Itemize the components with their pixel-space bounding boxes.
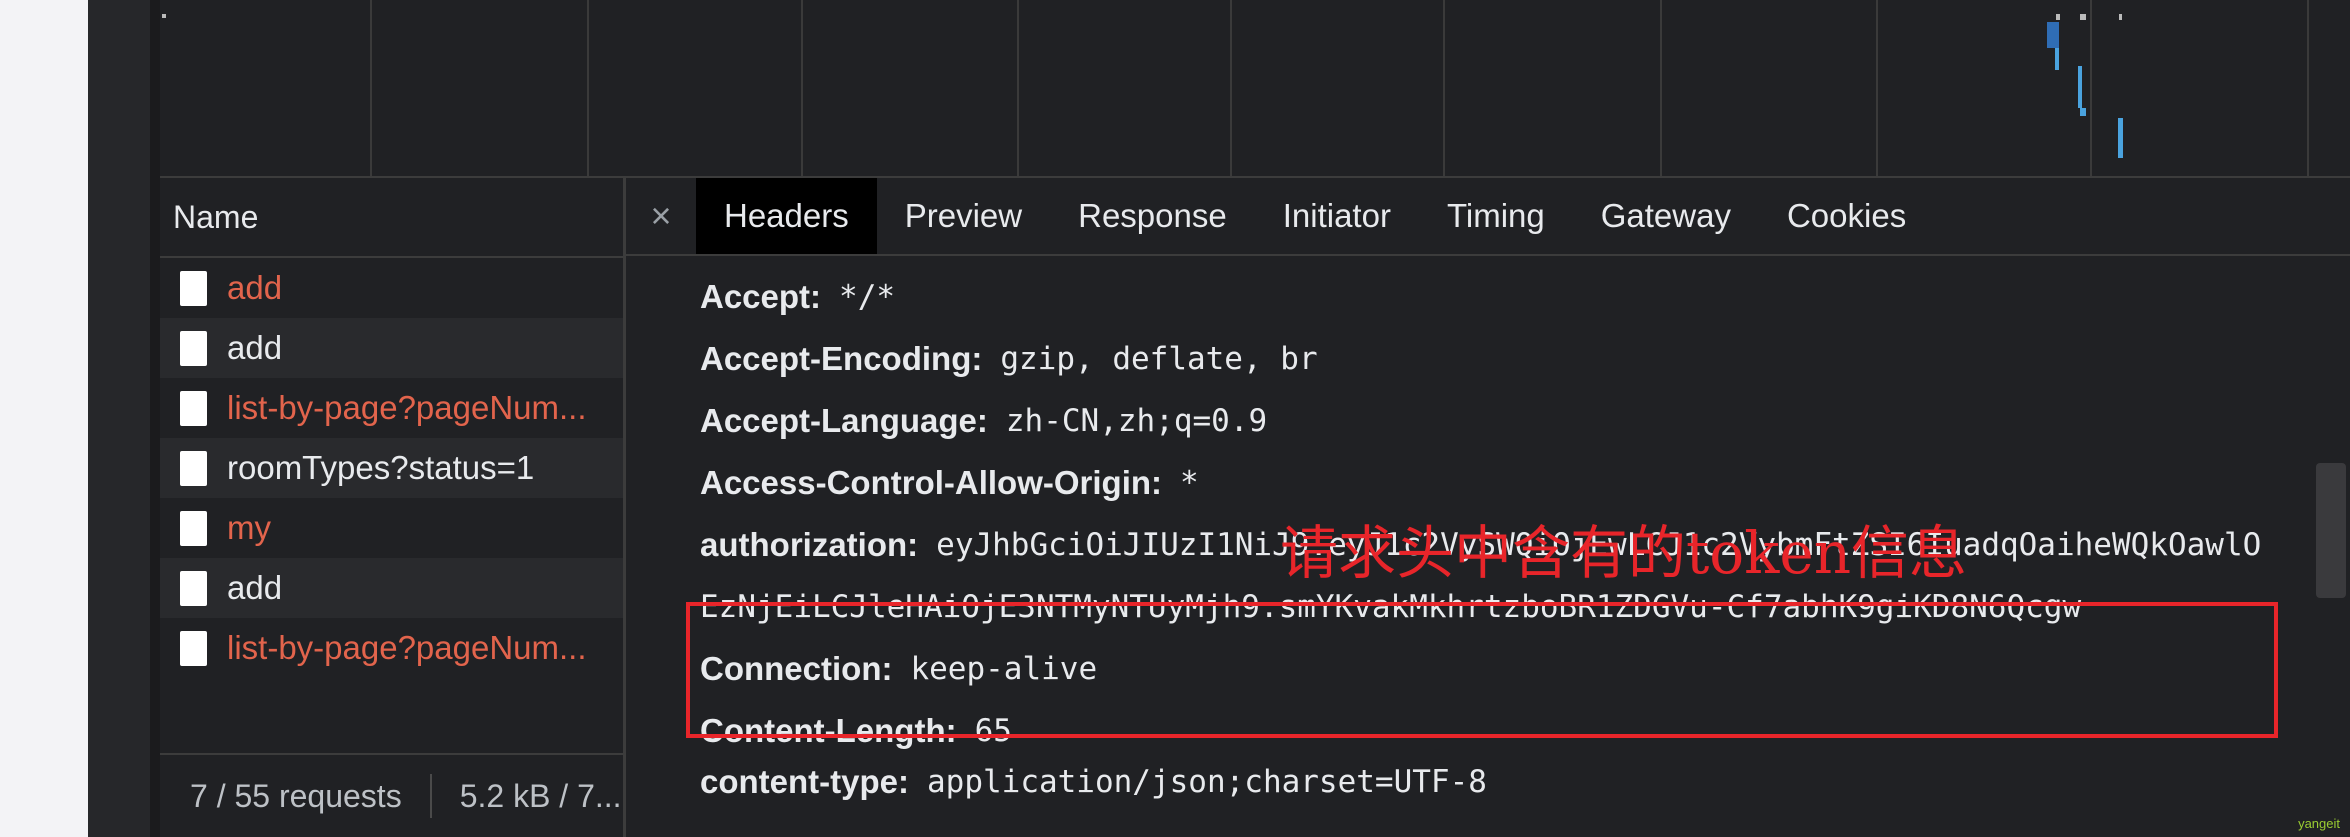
grid-line xyxy=(801,0,803,176)
request-details-pane: × Headers Preview Response Initiator Tim… xyxy=(626,178,2350,837)
header-name: Accept: xyxy=(700,278,822,315)
tab-initiator[interactable]: Initiator xyxy=(1255,178,1419,254)
header-value: * xyxy=(1180,465,1199,501)
request-name: my xyxy=(227,509,271,546)
timeline-mark xyxy=(2055,48,2059,70)
tab-gateway[interactable]: Gateway xyxy=(1573,178,1759,254)
file-icon xyxy=(180,630,207,666)
token-annotation: 请求头中含有的token信息 xyxy=(1280,519,1968,587)
timeline-mark xyxy=(2080,14,2086,20)
file-icon xyxy=(180,390,207,426)
request-headers-list: Accept: */* Accept-Encoding: gzip, defla… xyxy=(626,256,2350,802)
close-icon[interactable]: × xyxy=(626,178,696,254)
header-value: */* xyxy=(839,279,896,315)
request-count: 7 / 55 requests xyxy=(160,774,432,818)
grid-line xyxy=(1230,0,1232,176)
tab-cookies[interactable]: Cookies xyxy=(1759,178,1934,254)
watermark: yangeit xyxy=(2298,816,2340,831)
name-column-label: Name xyxy=(173,198,259,235)
request-name: roomTypes?status=1 xyxy=(227,449,535,486)
request-row[interactable]: my xyxy=(160,498,623,558)
header-name: Accept-Encoding: xyxy=(700,340,983,377)
file-icon xyxy=(180,510,207,546)
file-icon xyxy=(180,570,207,606)
grid-line xyxy=(370,0,372,176)
request-name: add xyxy=(227,569,283,606)
authorization-highlight-box xyxy=(686,602,2278,738)
header-value: zh-CN,zh;q=0.9 xyxy=(1005,403,1268,439)
timeline-mark xyxy=(2047,22,2059,48)
name-column-header[interactable]: Name xyxy=(160,178,623,258)
devtools-edge xyxy=(88,0,150,837)
request-list-pane: Name add add list-by-page?pageNum... roo… xyxy=(160,178,626,837)
header-row-accept-encoding: Accept-Encoding: gzip, deflate, br xyxy=(700,328,2350,390)
request-row[interactable]: add xyxy=(160,258,623,318)
file-icon xyxy=(180,330,207,366)
timeline-mark xyxy=(2078,66,2082,108)
tab-response[interactable]: Response xyxy=(1050,178,1255,254)
details-tab-bar: × Headers Preview Response Initiator Tim… xyxy=(626,178,2350,256)
header-value: gzip, deflate, br xyxy=(1000,341,1318,377)
devtools-divider xyxy=(150,0,160,837)
grid-line xyxy=(1017,0,1019,176)
left-app-strip xyxy=(0,0,88,837)
grid-line xyxy=(1443,0,1445,176)
grid-line xyxy=(1876,0,1878,176)
header-name: Accept-Language: xyxy=(700,402,988,439)
timeline-mark xyxy=(162,14,166,18)
header-row-content-type: content-type: application/json;charset=U… xyxy=(700,762,2350,802)
grid-line xyxy=(1660,0,1662,176)
transfer-size: 5.2 kB / 7... xyxy=(459,777,622,814)
network-status-bar: 7 / 55 requests 5.2 kB / 7... xyxy=(160,753,623,837)
request-row[interactable]: list-by-page?pageNum... xyxy=(160,378,623,438)
request-name: list-by-page?pageNum... xyxy=(227,629,587,666)
request-name: add xyxy=(227,329,283,366)
waterfall-overview[interactable] xyxy=(160,0,2350,178)
grid-line xyxy=(587,0,589,176)
scrollbar-thumb[interactable] xyxy=(2316,463,2346,598)
header-row-accept-language: Accept-Language: zh-CN,zh;q=0.9 xyxy=(700,390,2350,452)
tab-preview[interactable]: Preview xyxy=(877,178,1050,254)
timeline-mark xyxy=(2056,14,2060,20)
header-name: content-type: xyxy=(700,763,909,800)
file-icon xyxy=(180,270,207,306)
file-icon xyxy=(180,450,207,486)
header-value: application/json;charset=UTF-8 xyxy=(927,764,1487,800)
request-row[interactable]: roomTypes?status=1 xyxy=(160,438,623,498)
request-row[interactable]: list-by-page?pageNum... xyxy=(160,618,623,678)
tab-headers[interactable]: Headers xyxy=(696,178,877,254)
timeline-mark xyxy=(2118,118,2123,158)
timeline-mark xyxy=(2119,14,2122,20)
header-name: Access-Control-Allow-Origin: xyxy=(700,464,1163,501)
request-name: list-by-page?pageNum... xyxy=(227,389,587,426)
timeline-mark xyxy=(2080,108,2086,116)
grid-line xyxy=(2307,0,2309,176)
request-name: add xyxy=(227,269,283,306)
header-name: authorization: xyxy=(700,526,919,563)
header-row-accept: Accept: */* xyxy=(700,266,2350,328)
grid-line xyxy=(2090,0,2092,176)
request-row[interactable]: add xyxy=(160,318,623,378)
header-row-access-control-allow-origin: Access-Control-Allow-Origin: * xyxy=(700,452,2350,514)
tab-timing[interactable]: Timing xyxy=(1419,178,1573,254)
request-row[interactable]: add xyxy=(160,558,623,618)
